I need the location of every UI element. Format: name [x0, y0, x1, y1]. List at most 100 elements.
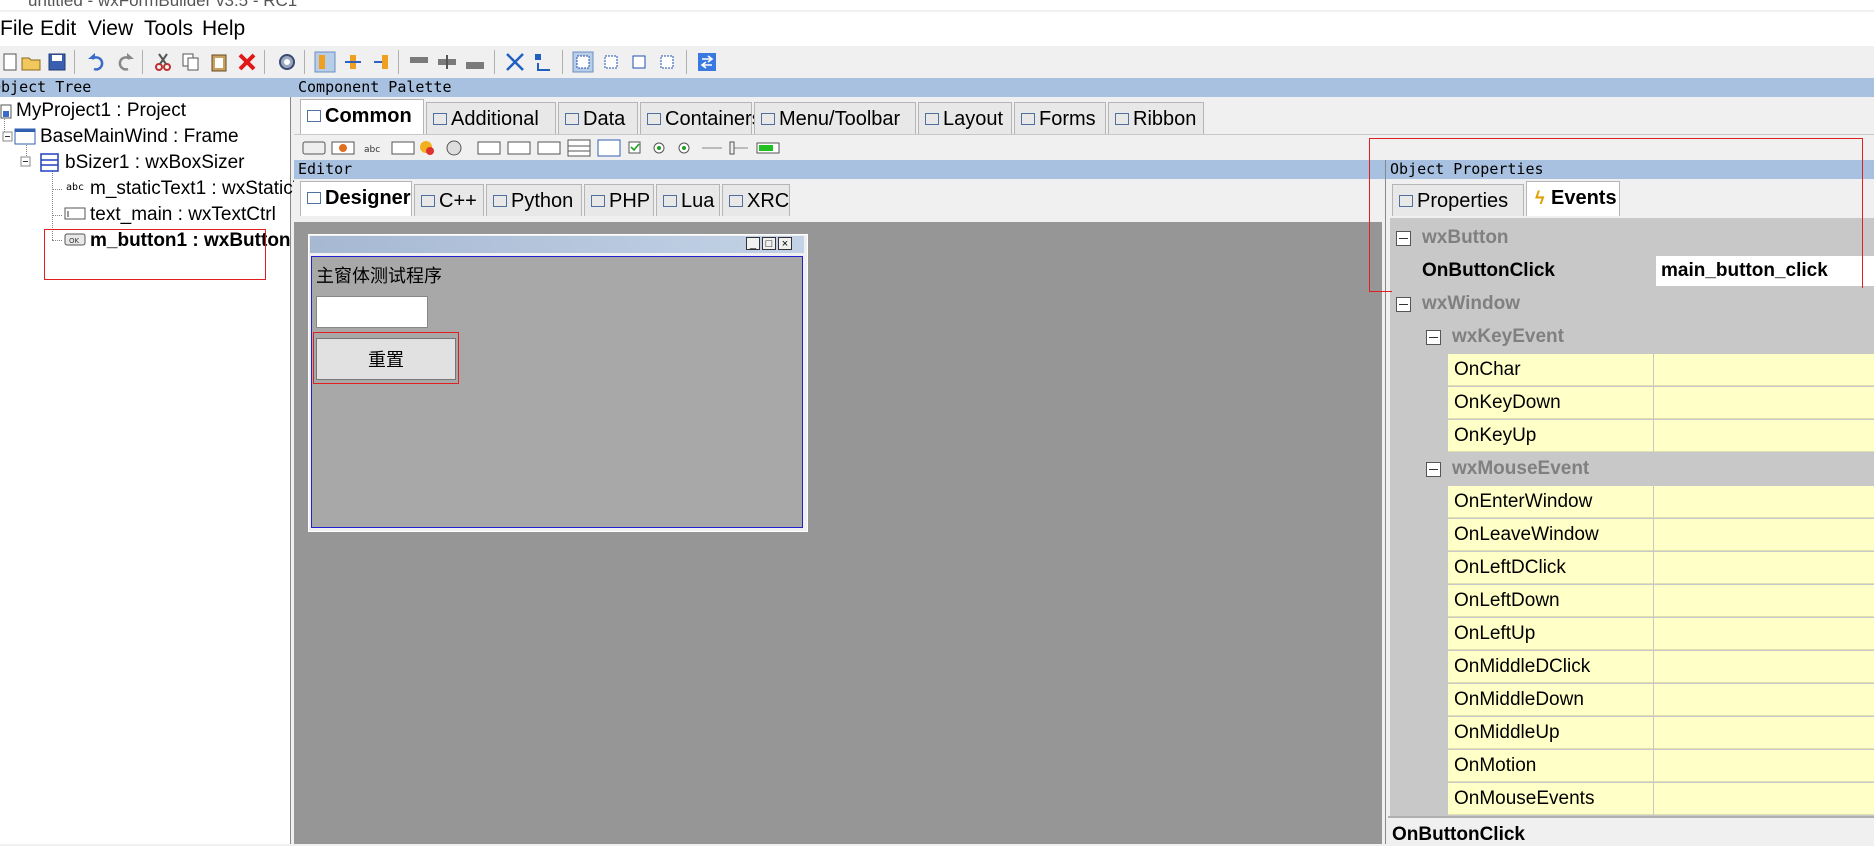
- tab-containers[interactable]: Containers: [640, 102, 762, 134]
- row-onchar[interactable]: OnChar: [1448, 354, 1874, 386]
- value-cell[interactable]: [1654, 486, 1874, 518]
- containers-icon: [647, 113, 661, 125]
- swap-icon[interactable]: [696, 51, 718, 73]
- tree-node-frame[interactable]: BaseMainWind : Frame: [40, 126, 239, 148]
- cut-icon[interactable]: [152, 51, 174, 73]
- collapse-icon[interactable]: [2, 131, 14, 143]
- tab-layout[interactable]: Layout: [918, 102, 1012, 134]
- tree-node-project[interactable]: MyProject1 : Project: [16, 100, 186, 122]
- category-wxwindow[interactable]: wxWindow: [1392, 288, 1874, 320]
- value-cell[interactable]: [1654, 387, 1874, 419]
- project-icon: [0, 104, 12, 119]
- value-cell[interactable]: [1654, 519, 1874, 551]
- maximize-icon[interactable]: □: [762, 237, 776, 250]
- collapse-icon[interactable]: [1426, 330, 1441, 345]
- static-text-label[interactable]: 主窗体测试程序: [316, 262, 442, 288]
- category-wxkeyevent[interactable]: wxKeyEvent: [1420, 321, 1874, 353]
- border-bottom-icon[interactable]: [656, 51, 678, 73]
- collapse-icon[interactable]: [20, 156, 32, 168]
- row-onleavewindow[interactable]: OnLeaveWindow: [1448, 519, 1874, 551]
- tab-php[interactable]: PHP: [584, 184, 654, 216]
- row-onkeydown[interactable]: OnKeyDown: [1448, 387, 1874, 419]
- border-left-icon[interactable]: [572, 51, 594, 73]
- align-right-icon[interactable]: [370, 51, 392, 73]
- close-icon[interactable]: ×: [778, 237, 792, 250]
- value-cell[interactable]: [1654, 717, 1874, 749]
- stretch-icon[interactable]: [532, 51, 554, 73]
- align-left-icon[interactable]: [314, 51, 336, 73]
- align-bottom-icon[interactable]: [464, 51, 486, 73]
- tree-node-sizer[interactable]: bSizer1 : wxBoxSizer: [65, 152, 245, 174]
- toolbar-separator: [686, 50, 687, 74]
- row-onmiddledclick[interactable]: OnMiddleDClick: [1448, 651, 1874, 683]
- editor-title: Editor: [294, 160, 1386, 179]
- menu-file[interactable]: File: [0, 17, 34, 41]
- border-top-icon[interactable]: [628, 51, 650, 73]
- expand-icon[interactable]: [504, 51, 526, 73]
- tab-forms[interactable]: Forms: [1014, 102, 1106, 134]
- align-center-icon[interactable]: [342, 51, 364, 73]
- menu-help[interactable]: Help: [202, 17, 245, 41]
- tab-lua[interactable]: Lua: [656, 184, 720, 216]
- text-main-input[interactable]: [316, 296, 428, 328]
- tab-cpp[interactable]: C++: [414, 184, 484, 216]
- value-cell[interactable]: [1654, 750, 1874, 782]
- tab-data[interactable]: Data: [558, 102, 638, 134]
- row-onleftdown[interactable]: OnLeftDown: [1448, 585, 1874, 617]
- save-icon[interactable]: [46, 51, 68, 73]
- value-cell[interactable]: [1654, 618, 1874, 650]
- new-icon[interactable]: [0, 51, 22, 73]
- menu-tools[interactable]: Tools: [144, 17, 193, 41]
- row-onenterwindow[interactable]: OnEnterWindow: [1448, 486, 1874, 518]
- tree-line: [52, 189, 62, 191]
- menu-view[interactable]: View: [88, 17, 133, 41]
- delete-icon[interactable]: [236, 51, 258, 73]
- open-icon[interactable]: [20, 51, 42, 73]
- collapse-icon[interactable]: [1426, 462, 1441, 477]
- row-onmiddledown[interactable]: OnMiddleDown: [1448, 684, 1874, 716]
- value-cell[interactable]: [1654, 420, 1874, 452]
- redo-icon[interactable]: [114, 51, 136, 73]
- row-onmotion[interactable]: OnMotion: [1448, 750, 1874, 782]
- tab-additional[interactable]: Additional: [426, 102, 556, 134]
- tab-xrc[interactable]: XRC: [722, 184, 790, 216]
- value-cell[interactable]: [1654, 552, 1874, 584]
- tree-node-text-ctrl[interactable]: text_main : wxTextCtrl: [90, 204, 276, 226]
- toolbar-separator: [398, 50, 399, 74]
- toolbar-separator: [494, 50, 495, 74]
- row-onkeyup[interactable]: OnKeyUp: [1448, 420, 1874, 452]
- menu-edit[interactable]: Edit: [40, 17, 76, 41]
- tree-node-static-text[interactable]: m_staticText1 : wxStaticText: [90, 178, 328, 200]
- highlight-box-properties: [1369, 138, 1863, 292]
- copy-icon[interactable]: [180, 51, 202, 73]
- menu-toolbar-icon: [761, 113, 775, 125]
- window-title: untitled - wxFormBuilder v3.5 - RC1: [28, 0, 298, 10]
- value-cell[interactable]: [1654, 684, 1874, 716]
- tab-python[interactable]: Python: [486, 184, 582, 216]
- box-sizer-icon: [40, 153, 59, 172]
- align-top-icon[interactable]: [408, 51, 430, 73]
- align-middle-icon[interactable]: [436, 51, 458, 73]
- value-cell[interactable]: [1654, 651, 1874, 683]
- border-right-icon[interactable]: [600, 51, 622, 73]
- tab-designer[interactable]: Designer: [300, 181, 412, 216]
- paste-icon[interactable]: [208, 51, 230, 73]
- palette-widget-icons[interactable]: abc: [302, 139, 822, 157]
- tab-ribbon[interactable]: Ribbon: [1108, 102, 1204, 134]
- collapse-icon[interactable]: [1396, 297, 1411, 312]
- minimize-icon[interactable]: _: [746, 237, 760, 250]
- value-cell[interactable]: [1654, 354, 1874, 386]
- category-wxmouseevent[interactable]: wxMouseEvent: [1420, 453, 1874, 485]
- ribbon-icon: [1115, 113, 1129, 125]
- tab-menu-toolbar[interactable]: Menu/Toolbar: [754, 102, 916, 134]
- row-onleftdclick[interactable]: OnLeftDClick: [1448, 552, 1874, 584]
- row-onmouseevents[interactable]: OnMouseEvents: [1448, 783, 1874, 815]
- row-onmiddleup[interactable]: OnMiddleUp: [1448, 717, 1874, 749]
- tab-common[interactable]: Common: [300, 99, 424, 134]
- text-ctrl-icon: [64, 207, 86, 220]
- row-onleftup[interactable]: OnLeftUp: [1448, 618, 1874, 650]
- undo-icon[interactable]: [86, 51, 108, 73]
- value-cell[interactable]: [1654, 585, 1874, 617]
- generate-code-icon[interactable]: [276, 51, 298, 73]
- value-cell[interactable]: [1654, 783, 1874, 815]
